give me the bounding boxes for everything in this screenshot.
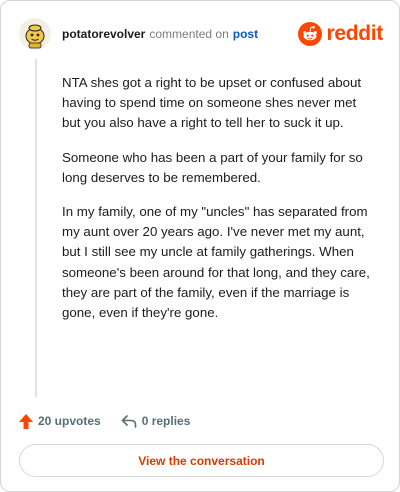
reddit-wordmark: reddit — [326, 22, 383, 45]
avatar[interactable] — [19, 18, 51, 50]
commented-on-text: commented on — [149, 27, 229, 41]
username[interactable]: potatorevolver — [62, 27, 145, 41]
upvote-button[interactable]: 20 upvotes — [19, 413, 101, 429]
view-conversation-button[interactable]: View the conversation — [19, 444, 384, 477]
comment-actions: 20 upvotes 0 replies — [19, 411, 190, 431]
avatar-snoo-icon — [25, 24, 45, 49]
replies-count: 0 replies — [141, 414, 191, 428]
reply-arrow-icon — [121, 414, 137, 428]
comment-meta: potatorevolver commented on post — [62, 27, 258, 41]
comment-card: potatorevolver commented on post reddit … — [0, 0, 400, 492]
reddit-logo-icon — [298, 22, 323, 46]
comment-body: NTA shes got a right to be upset or conf… — [62, 73, 372, 337]
comment-paragraph: NTA shes got a right to be upset or conf… — [62, 75, 362, 131]
comment-paragraph: Someone who has been a part of your fami… — [62, 149, 363, 185]
comment-header: potatorevolver commented on post reddit — [19, 17, 383, 51]
comment-paragraph: In my family, one of my "uncles" has sep… — [62, 204, 370, 321]
replies-button[interactable]: 0 replies — [121, 414, 191, 428]
thread-line — [35, 59, 37, 397]
upvote-arrow-icon — [19, 413, 33, 429]
reddit-brand[interactable]: reddit — [298, 22, 383, 46]
upvotes-count: 20 upvotes — [38, 414, 101, 428]
post-link[interactable]: post — [233, 27, 258, 41]
